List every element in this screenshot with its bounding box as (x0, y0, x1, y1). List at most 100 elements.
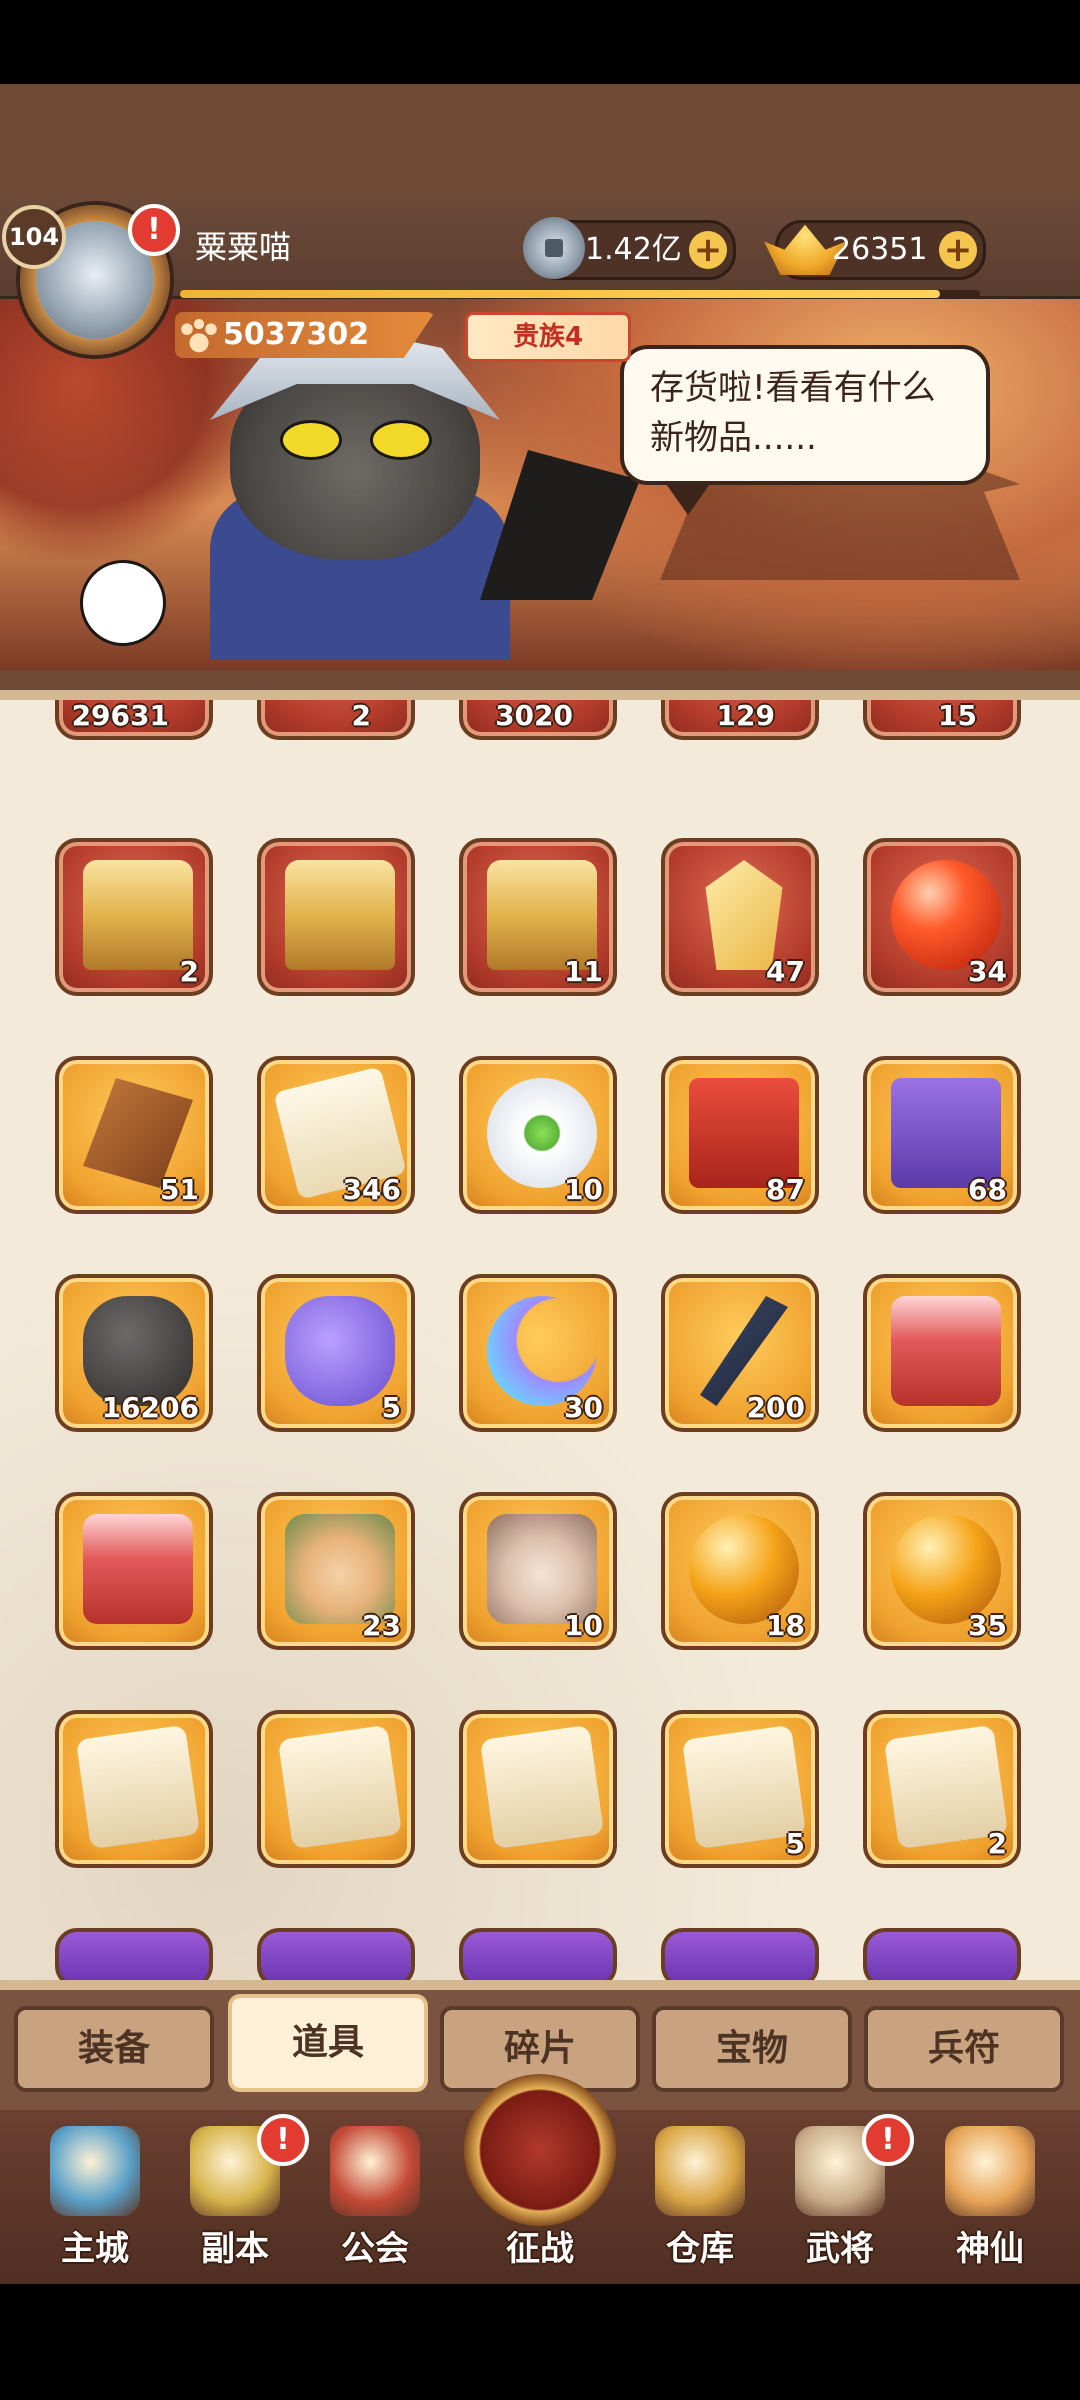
inventory-item[interactable]: 2 (257, 699, 415, 740)
inventory-item-moon-crystal[interactable]: 30 (459, 1274, 617, 1432)
nav-immortals[interactable]: 神仙 (920, 2114, 1060, 2284)
item-count: 129 (716, 699, 775, 732)
inventory-item-gold-chest-pink[interactable]: 2 (55, 838, 213, 996)
inventory-item-general-scroll[interactable]: 346 (257, 1056, 415, 1214)
inventory-item-paper-scroll-3[interactable] (459, 1710, 617, 1868)
inventory-item-paper-scroll-5[interactable]: 2 (863, 1710, 1021, 1868)
item-count: 35 (968, 1609, 1007, 1642)
silver-currency: 1.42亿 + (523, 217, 736, 280)
inventory-item[interactable]: 29631 (55, 699, 213, 740)
exp-bar (180, 290, 980, 298)
inventory-item[interactable] (257, 1928, 415, 1980)
nav-warehouse[interactable]: 仓库 (630, 2114, 770, 2284)
inventory-item-purple-token[interactable]: 68 (863, 1056, 1021, 1214)
inventory-item-paper-scroll-4[interactable]: 5 (661, 1710, 819, 1868)
purple-token-icon (891, 1078, 1001, 1188)
add-silver-button[interactable]: + (689, 231, 727, 269)
nav-alert-icon: ! (257, 2114, 309, 2166)
amber-orb-2-icon (891, 1514, 1001, 1624)
inventory-item-hero-fragment-2[interactable]: 10 (459, 1492, 617, 1650)
inventory-item-amber-orb-2[interactable]: 35 (863, 1492, 1021, 1650)
red-orb-icon (891, 860, 1001, 970)
nav-generals[interactable]: 武将! (770, 2114, 914, 2284)
item-count: 5 (785, 1827, 805, 1860)
tab-0[interactable]: 装备 (14, 2006, 214, 2092)
inventory-item-gold-chest-teal[interactable] (257, 838, 415, 996)
combat-power: 5037302 (175, 312, 435, 358)
inventory-item-paper-scroll-1[interactable] (55, 1710, 213, 1868)
inventory-item-lotus[interactable]: 10 (459, 1056, 617, 1214)
silver-amount: 1.42亿 (585, 232, 682, 267)
item-count: 51 (160, 1173, 199, 1206)
inventory-item-rune-stone[interactable]: 51 (55, 1056, 213, 1214)
nav-dungeon[interactable]: 副本! (165, 2114, 309, 2284)
gold-chest-pink-icon (83, 860, 193, 970)
player-name: 粟粟喵 (195, 228, 292, 266)
cat-fan (480, 450, 640, 600)
nav-label: 主城 (61, 2229, 129, 2269)
item-count: 200 (746, 1391, 805, 1424)
inventory-item-amber-orb-1[interactable]: 18 (661, 1492, 819, 1650)
inventory-item-red-chest-2[interactable] (55, 1492, 213, 1650)
crystal-icon (705, 860, 783, 970)
inventory-item-dark-stone[interactable]: 16206 (55, 1274, 213, 1432)
inventory-item[interactable] (863, 1928, 1021, 1980)
cat-paw (80, 560, 166, 646)
add-gold-button[interactable]: + (939, 231, 977, 269)
nav-label: 武将 (806, 2229, 874, 2269)
nav-label: 仓库 (666, 2229, 734, 2269)
inventory-item[interactable]: 3020 (459, 700, 617, 740)
inventory-item-red-orb[interactable]: 34 (863, 838, 1021, 996)
dark-stone-icon (83, 1296, 193, 1406)
item-count: 2 (987, 1827, 1007, 1860)
item-count: 5 (381, 1391, 401, 1424)
avatar-alert-icon: ! (128, 204, 180, 256)
nav-campaign[interactable]: 征战 (464, 2074, 616, 2284)
item-count: 87 (766, 1173, 805, 1206)
inventory-item-hook[interactable]: 200 (661, 1274, 819, 1432)
gold-chest-teal-icon (285, 860, 395, 970)
inventory-item[interactable]: 129 (661, 699, 819, 740)
item-count: 29631 (71, 699, 169, 732)
item-count: 2 (179, 955, 199, 988)
item-count: 2 (351, 699, 371, 732)
paper-scroll-3-icon (479, 1724, 605, 1850)
lotus-icon (487, 1078, 597, 1188)
red-chest-2-icon (83, 1514, 193, 1624)
item-count: 11 (564, 955, 603, 988)
tab-1[interactable]: 道具 (228, 1994, 428, 2092)
hero-fragment-1-icon (285, 1514, 395, 1624)
inventory-item-silver-bag[interactable]: 5 (257, 1274, 415, 1432)
item-count: 34 (968, 955, 1007, 988)
inventory-item-red-chest[interactable] (863, 1274, 1021, 1432)
nav-guild[interactable]: 公会 (305, 2114, 445, 2284)
exp-bar-fill (180, 290, 940, 298)
nav-label: 公会 (341, 2229, 409, 2269)
item-count: 23 (362, 1609, 401, 1642)
inventory-item-red-token[interactable]: 87 (661, 1056, 819, 1214)
inventory-item-hero-fragment-1[interactable]: 23 (257, 1492, 415, 1650)
inventory-item-crystal[interactable]: 47 (661, 838, 819, 996)
vip-badge[interactable]: 贵族4 (465, 312, 631, 362)
item-count: 47 (766, 955, 805, 988)
amber-orb-1-icon (689, 1514, 799, 1624)
immortals-icon (945, 2126, 1035, 2216)
item-count: 15 (938, 699, 977, 732)
cat-eye-right (370, 420, 432, 460)
item-count: 30 (564, 1391, 603, 1424)
inventory-item-gold-chest-blue[interactable]: 11 (459, 838, 617, 996)
inventory-item-paper-scroll-2[interactable] (257, 1710, 415, 1868)
inventory-item[interactable] (55, 1928, 213, 1980)
tab-3[interactable]: 宝物 (652, 2006, 852, 2092)
main-city-icon (50, 2126, 140, 2216)
inventory-item[interactable]: 15 (863, 699, 1021, 740)
nav-label: 神仙 (956, 2229, 1024, 2269)
hook-icon (700, 1296, 788, 1406)
red-token-icon (689, 1078, 799, 1188)
gold-amount: 26351 (832, 232, 928, 267)
inventory-item[interactable] (459, 1928, 617, 1980)
nav-main-city[interactable]: 主城 (25, 2114, 165, 2284)
inventory-item[interactable] (661, 1928, 819, 1980)
red-chest-icon (891, 1296, 1001, 1406)
tab-4[interactable]: 兵符 (864, 2006, 1064, 2092)
